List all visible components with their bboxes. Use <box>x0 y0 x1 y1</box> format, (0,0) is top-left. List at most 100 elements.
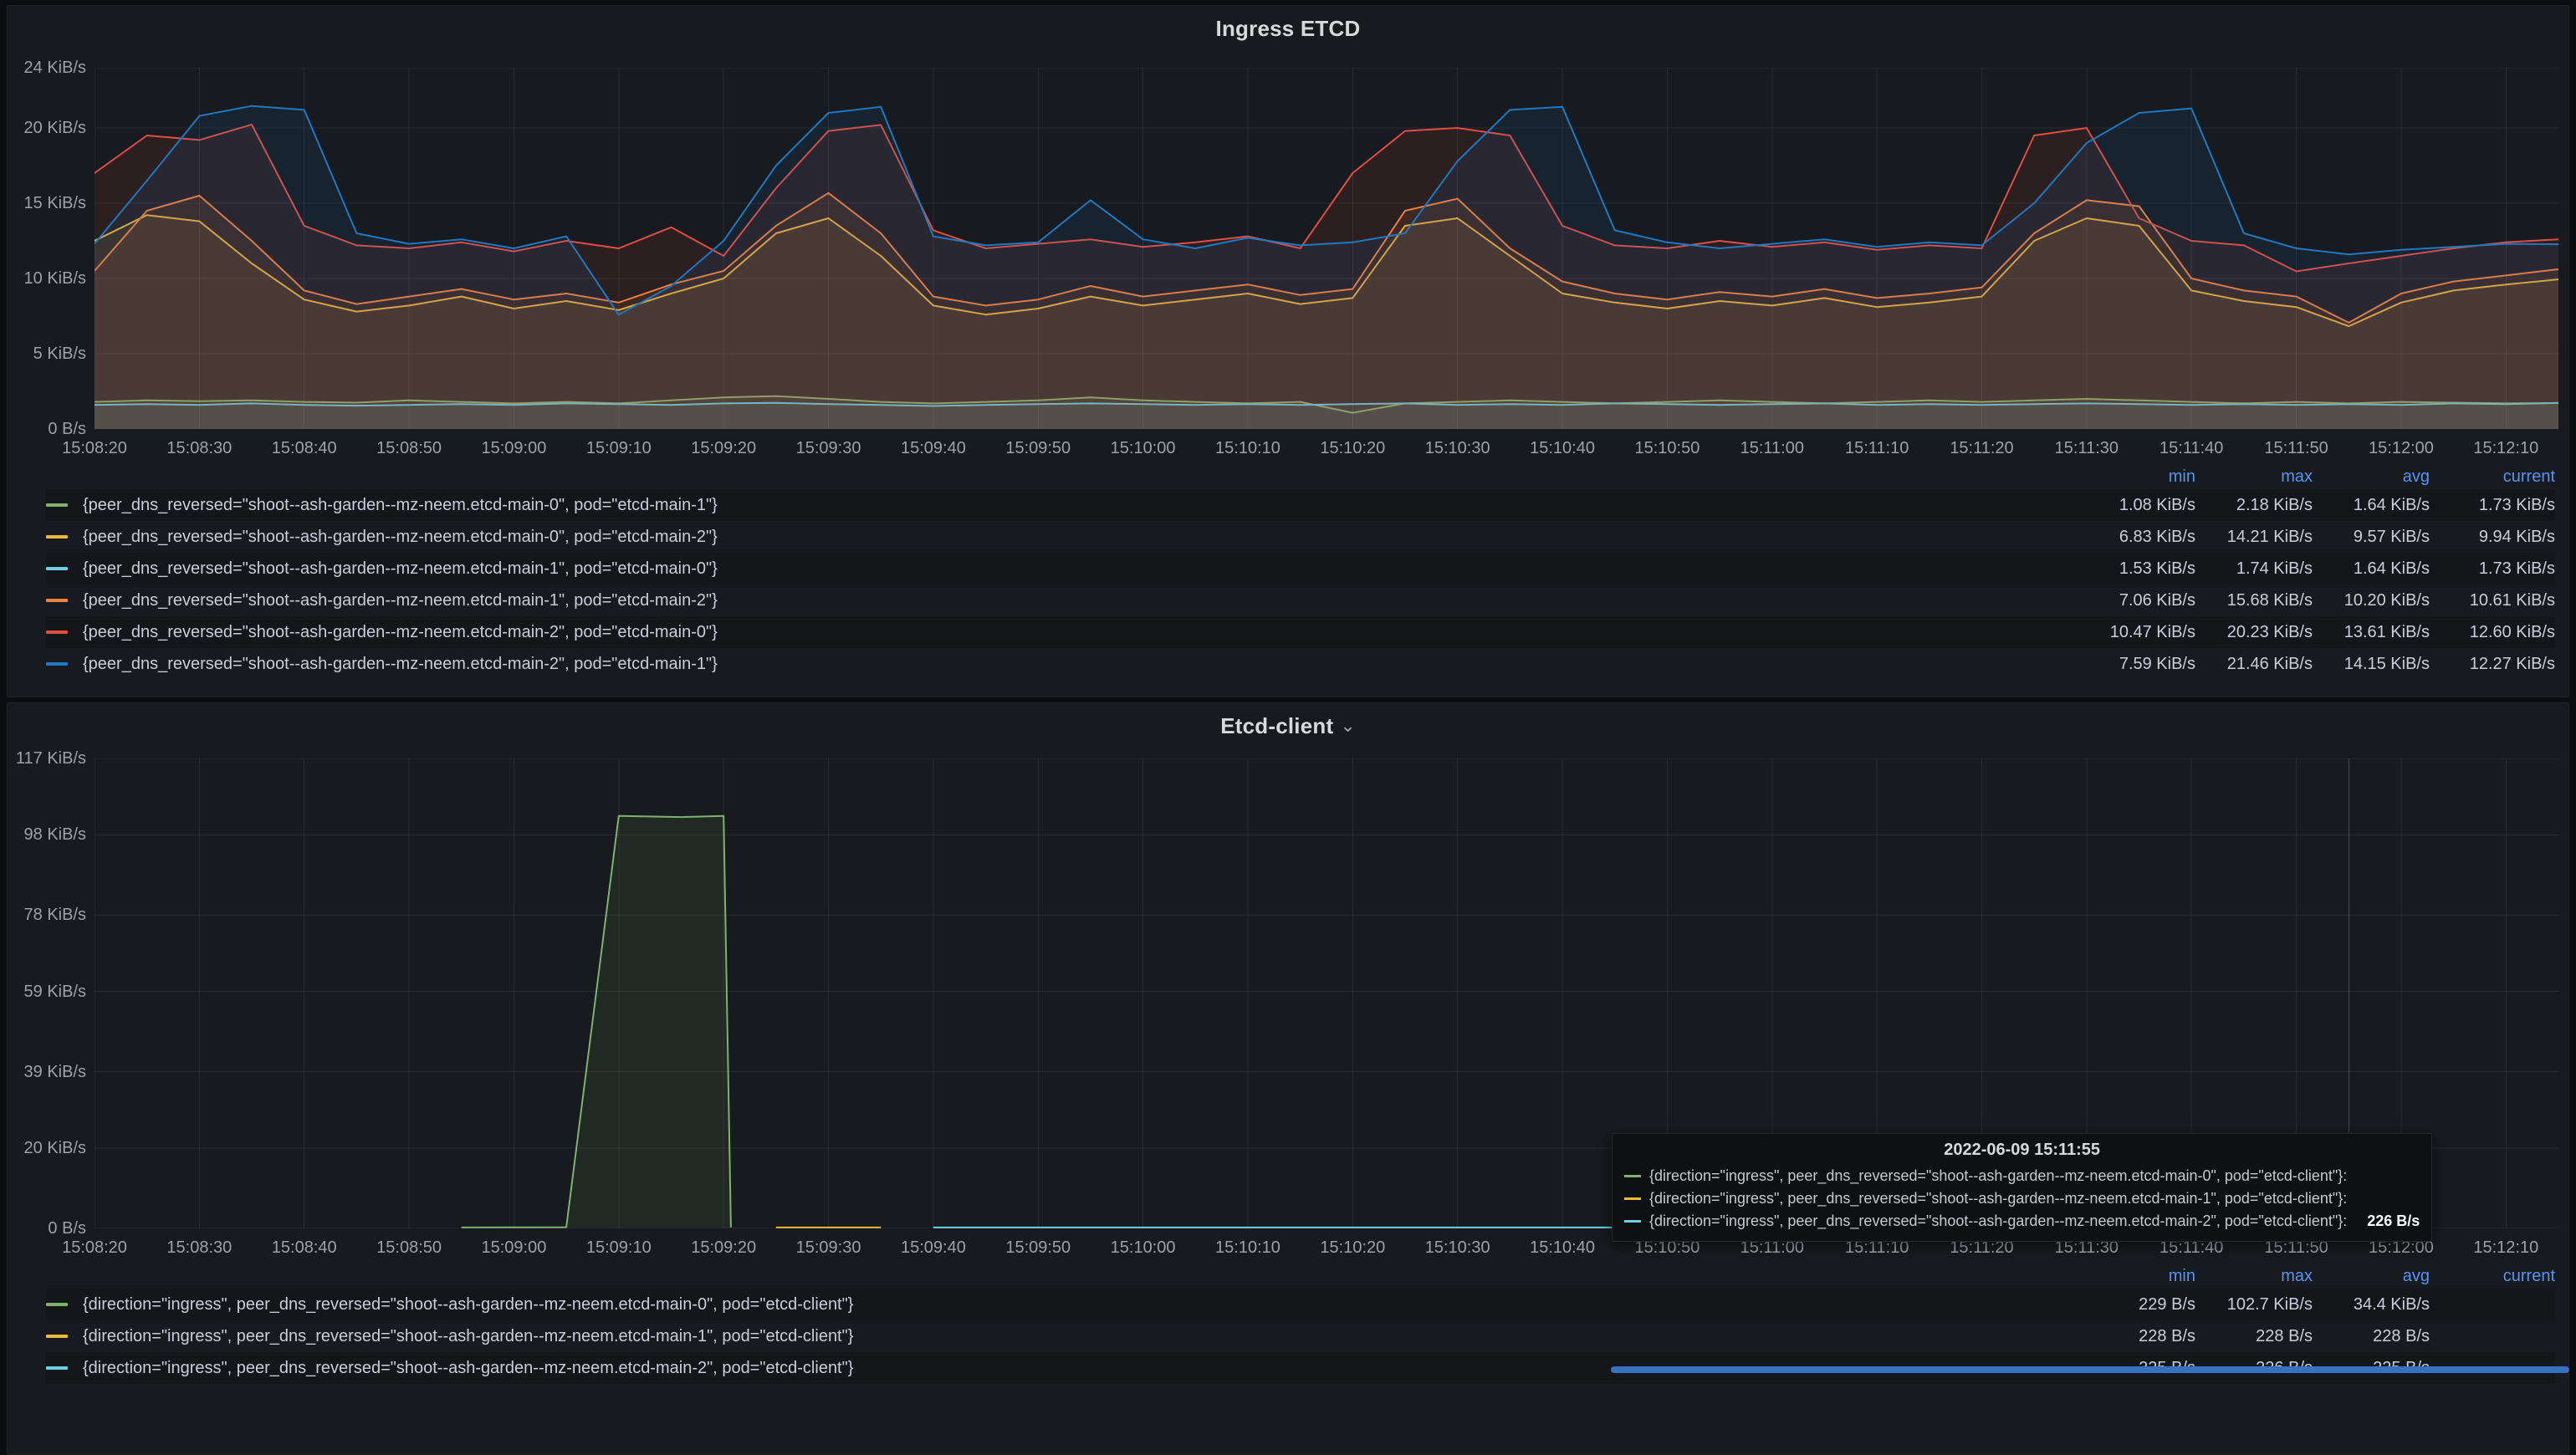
legend-row: {direction="ingress", peer_dns_reversed=… <box>46 1320 2555 1352</box>
series-label[interactable]: {peer_dns_reversed="shoot--ash-garden--m… <box>83 528 2078 547</box>
x-axis-label: 15:08:50 <box>376 439 442 458</box>
tooltip-rows: {direction="ingress", peer_dns_reversed=… <box>1624 1165 2420 1233</box>
panel-header[interactable]: Ingress ETCD <box>18 11 2558 46</box>
panel-header[interactable]: Etcd-client ⌄ <box>18 708 2558 743</box>
panel-title[interactable]: Ingress ETCD <box>1216 16 1361 42</box>
y-axis-label: 117 KiB/s <box>16 749 86 768</box>
legend-row: {peer_dns_reversed="shoot--ash-garden--m… <box>46 489 2555 521</box>
stat-min: 7.06 KiB/s <box>2078 591 2195 610</box>
y-axis-label: 78 KiB/s <box>24 906 86 925</box>
x-axis-label: 15:08:30 <box>166 439 232 458</box>
stat-min: 10.47 KiB/s <box>2078 623 2195 642</box>
legend-column-min[interactable]: min <box>2078 467 2195 487</box>
y-axis-label: 0 B/s <box>48 420 86 439</box>
x-axis-label: 15:10:20 <box>1320 439 1385 458</box>
legend-column-max[interactable]: max <box>2195 467 2313 487</box>
y-axis-label: 10 KiB/s <box>24 269 86 288</box>
stat-avg: 10.20 KiB/s <box>2313 591 2430 610</box>
stat-min: 228 B/s <box>2078 1327 2195 1346</box>
stat-min: 229 B/s <box>2078 1295 2195 1315</box>
stat-min: 1.08 KiB/s <box>2078 496 2195 515</box>
x-axis-label: 15:08:40 <box>272 439 337 458</box>
panel-etcd-client: Etcd-client ⌄ 117 KiB/s98 KiB/s78 KiB/s5… <box>7 702 2569 1455</box>
legend-column-avg[interactable]: avg <box>2313 467 2430 487</box>
series-label[interactable]: {peer_dns_reversed="shoot--ash-garden--m… <box>83 655 2078 674</box>
chart-plot-area[interactable] <box>95 68 2558 429</box>
y-axis-label: 15 KiB/s <box>24 194 86 213</box>
series-label[interactable]: {direction="ingress", peer_dns_reversed=… <box>83 1327 2078 1346</box>
stat-min: 6.83 KiB/s <box>2078 528 2195 547</box>
series-color-dash <box>46 599 68 602</box>
legend-column-current[interactable]: current <box>2430 1267 2555 1286</box>
stat-current: 12.27 KiB/s <box>2430 655 2555 674</box>
stat-avg: 14.15 KiB/s <box>2313 655 2430 674</box>
x-axis-label: 15:11:10 <box>1845 439 1909 458</box>
tooltip-series-label: {direction="ingress", peer_dns_reversed=… <box>1649 1190 2347 1207</box>
x-axis-label: 15:11:20 <box>1950 439 2013 458</box>
x-axis-label: 15:10:10 <box>1215 439 1280 458</box>
x-axis-label: 15:09:20 <box>691 1238 756 1258</box>
series-label[interactable]: {peer_dns_reversed="shoot--ash-garden--m… <box>83 559 2078 579</box>
tooltip-timestamp: 2022-06-09 15:11:55 <box>1624 1141 2420 1160</box>
scrollbar-thumb[interactable] <box>1611 1366 2569 1373</box>
stat-max: 21.46 KiB/s <box>2195 655 2313 674</box>
y-axis-label: 0 B/s <box>48 1219 86 1238</box>
stat-min: 1.53 KiB/s <box>2078 559 2195 579</box>
stat-max: 14.21 KiB/s <box>2195 528 2313 547</box>
stat-avg: 34.4 KiB/s <box>2313 1295 2430 1315</box>
legend-column-current[interactable]: current <box>2430 467 2555 487</box>
stat-max: 1.74 KiB/s <box>2195 559 2313 579</box>
y-axis-label: 20 KiB/s <box>24 1139 86 1158</box>
y-axis-label: 20 KiB/s <box>24 119 86 138</box>
series-color-dash <box>1624 1220 1641 1223</box>
x-axis-label: 15:09:40 <box>901 439 966 458</box>
x-axis-label: 15:12:10 <box>2473 439 2538 458</box>
stat-avg: 228 B/s <box>2313 1327 2430 1346</box>
legend-column-min[interactable]: min <box>2078 1267 2195 1286</box>
x-axis-label: 15:11:00 <box>1740 439 1804 458</box>
chevron-down-icon[interactable]: ⌄ <box>1340 717 1355 735</box>
stat-avg: 13.61 KiB/s <box>2313 623 2430 642</box>
panel-title[interactable]: Etcd-client <box>1220 713 1333 739</box>
legend-column-avg[interactable]: avg <box>2313 1267 2430 1286</box>
legend-header-row: minmaxavgcurrent <box>46 464 2555 489</box>
x-axis-label: 15:09:00 <box>482 439 547 458</box>
x-axis-label: 15:10:00 <box>1111 439 1176 458</box>
series-color-dash <box>1624 1175 1641 1177</box>
series-label[interactable]: {peer_dns_reversed="shoot--ash-garden--m… <box>83 496 2078 515</box>
stat-max: 20.23 KiB/s <box>2195 623 2313 642</box>
x-axis-label: 15:09:20 <box>691 439 756 458</box>
x-axis-label: 15:11:30 <box>2055 439 2119 458</box>
stat-current: 12.60 KiB/s <box>2430 623 2555 642</box>
stat-current: 1.73 KiB/s <box>2430 559 2555 579</box>
legend-row: {peer_dns_reversed="shoot--ash-garden--m… <box>46 616 2555 648</box>
y-axis: 117 KiB/s98 KiB/s78 KiB/s59 KiB/s39 KiB/… <box>18 758 95 1228</box>
legend-header-row: minmaxavgcurrent <box>46 1264 2555 1289</box>
tooltip-series-row: {direction="ingress", peer_dns_reversed=… <box>1624 1210 2420 1233</box>
tooltip: 2022-06-09 15:11:55 {direction="ingress"… <box>1612 1133 2432 1242</box>
x-axis-label: 15:10:50 <box>1634 439 1699 458</box>
legend-row: {peer_dns_reversed="shoot--ash-garden--m… <box>46 648 2555 680</box>
series-color-dash <box>46 503 68 507</box>
series-label[interactable]: {peer_dns_reversed="shoot--ash-garden--m… <box>83 623 2078 642</box>
stat-avg: 1.64 KiB/s <box>2313 559 2430 579</box>
series-label[interactable]: {direction="ingress", peer_dns_reversed=… <box>83 1295 2078 1315</box>
x-axis-label: 15:09:10 <box>586 1238 652 1258</box>
legend-column-max[interactable]: max <box>2195 1267 2313 1286</box>
x-axis-label: 15:10:30 <box>1425 439 1490 458</box>
legend-row: {peer_dns_reversed="shoot--ash-garden--m… <box>46 521 2555 553</box>
x-axis-label: 15:08:20 <box>62 1238 127 1258</box>
x-axis-label: 15:08:40 <box>272 1238 337 1258</box>
y-axis-label: 39 KiB/s <box>24 1063 86 1082</box>
tooltip-series-row: {direction="ingress", peer_dns_reversed=… <box>1624 1165 2420 1187</box>
x-axis-label: 15:10:20 <box>1320 1238 1385 1258</box>
x-axis-label: 15:12:10 <box>2473 1238 2538 1258</box>
y-axis-label: 98 KiB/s <box>24 825 86 845</box>
x-axis-label: 15:09:30 <box>796 1238 861 1258</box>
series-label[interactable]: {peer_dns_reversed="shoot--ash-garden--m… <box>83 591 2078 610</box>
tooltip-series-row: {direction="ingress", peer_dns_reversed=… <box>1624 1187 2420 1210</box>
y-axis: 24 KiB/s20 KiB/s15 KiB/s10 KiB/s5 KiB/s0… <box>18 68 95 429</box>
stat-avg: 1.64 KiB/s <box>2313 496 2430 515</box>
stat-max: 228 B/s <box>2195 1327 2313 1346</box>
series-color-dash <box>46 1335 68 1338</box>
